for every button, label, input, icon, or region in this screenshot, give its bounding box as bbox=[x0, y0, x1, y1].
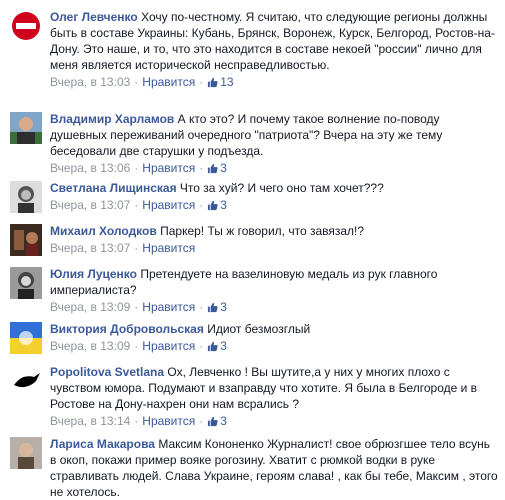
like-count-value: 3 bbox=[220, 414, 227, 428]
like-count-value: 3 bbox=[220, 161, 227, 175]
separator-dot: · bbox=[199, 300, 204, 314]
comment-meta: Вчера, в 13:06 · Нравится · 3 bbox=[50, 160, 498, 178]
like-count-value: 3 bbox=[220, 339, 227, 353]
comment-meta: Вчера, в 13:03 · Нравится · 13 bbox=[50, 74, 498, 92]
avatar[interactable] bbox=[10, 112, 42, 144]
avatar[interactable] bbox=[10, 365, 42, 397]
like-button[interactable]: Нравится bbox=[142, 161, 195, 175]
author-link[interactable]: Владимир Харламов bbox=[50, 112, 174, 126]
like-count-value: 13 bbox=[220, 75, 234, 89]
like-count[interactable]: 3 bbox=[207, 198, 227, 212]
like-count[interactable]: 3 bbox=[207, 300, 227, 314]
thumbs-up-icon bbox=[207, 76, 218, 92]
avatar[interactable] bbox=[10, 267, 42, 299]
like-count[interactable]: 3 bbox=[207, 161, 227, 175]
like-button[interactable]: Нравится bbox=[142, 75, 195, 89]
author-link[interactable]: Лариса Макарова bbox=[50, 437, 155, 451]
separator-dot: · bbox=[199, 339, 204, 353]
separator-dot: · bbox=[134, 300, 139, 314]
timestamp-link[interactable]: Вчера, в 13:06 bbox=[50, 161, 130, 175]
timestamp-link[interactable]: Вчера, в 13:03 bbox=[50, 75, 130, 89]
timestamp-link[interactable]: Вчера, в 13:07 bbox=[50, 241, 130, 255]
like-count[interactable]: 13 bbox=[207, 75, 234, 92]
like-button[interactable]: Нравится bbox=[142, 300, 195, 314]
timestamp-link[interactable]: Вчера, в 13:09 bbox=[50, 339, 130, 353]
like-count-value: 3 bbox=[220, 198, 227, 212]
author-link[interactable]: Олег Левченко bbox=[50, 10, 138, 24]
author-link[interactable]: Юлия Луценко bbox=[50, 267, 137, 281]
thumbs-up-icon bbox=[207, 301, 218, 317]
separator-dot: · bbox=[134, 75, 139, 89]
separator-dot: · bbox=[134, 414, 139, 428]
separator-dot: · bbox=[199, 161, 204, 175]
comment-meta: Вчера, в 13:09 · Нравится · 3 bbox=[50, 338, 498, 356]
author-link[interactable]: Popolitova Svetlana bbox=[50, 365, 164, 379]
author-link[interactable]: Светлана Лищинская bbox=[50, 181, 177, 195]
author-link[interactable]: Виктория Добровольская bbox=[50, 322, 204, 336]
comment-text: Паркер! Ты ж говорил, что завязал!? bbox=[160, 224, 365, 238]
like-button[interactable]: Нравится bbox=[142, 241, 195, 255]
thumbs-up-icon bbox=[207, 340, 218, 356]
timestamp-link[interactable]: Вчера, в 13:07 bbox=[50, 198, 130, 212]
comment-meta: Вчера, в 13:14 · Нравится · 3 bbox=[50, 413, 498, 431]
separator-dot: · bbox=[134, 161, 139, 175]
author-link[interactable]: Михаил Холодков bbox=[50, 224, 157, 238]
separator-dot: · bbox=[199, 75, 204, 89]
separator-dot: · bbox=[199, 414, 204, 428]
like-button[interactable]: Нравится bbox=[142, 339, 195, 353]
thumbs-up-icon bbox=[207, 199, 218, 215]
comment-meta: Вчера, в 13:07 · Нравится bbox=[50, 240, 498, 256]
avatar[interactable] bbox=[10, 181, 42, 213]
separator-dot: · bbox=[134, 241, 139, 255]
comment-text: Что за хуй? И чего оно там хочет??? bbox=[179, 181, 384, 195]
like-count[interactable]: 3 bbox=[207, 339, 227, 353]
avatar[interactable] bbox=[10, 224, 42, 256]
avatar[interactable] bbox=[10, 322, 42, 354]
thumbs-up-icon bbox=[207, 415, 218, 431]
like-button[interactable]: Нравится bbox=[142, 198, 195, 212]
timestamp-link[interactable]: Вчера, в 13:14 bbox=[50, 414, 130, 428]
avatar[interactable] bbox=[10, 10, 42, 42]
comment-meta: Вчера, в 13:07 · Нравится · 3 bbox=[50, 197, 498, 215]
like-count-value: 3 bbox=[220, 300, 227, 314]
separator-dot: · bbox=[134, 198, 139, 212]
comment-text: Идиот безмозглый bbox=[207, 322, 311, 336]
comment-feed: Олег Левченко Хочу по-честному. Я считаю… bbox=[0, 0, 505, 499]
timestamp-link[interactable]: Вчера, в 13:09 bbox=[50, 300, 130, 314]
comment-meta: Вчера, в 13:09 · Нравится · 3 bbox=[50, 299, 498, 317]
avatar[interactable] bbox=[10, 437, 42, 469]
thumbs-up-icon bbox=[207, 162, 218, 178]
separator-dot: · bbox=[134, 339, 139, 353]
separator-dot: · bbox=[199, 198, 204, 212]
like-count[interactable]: 3 bbox=[207, 414, 227, 428]
like-button[interactable]: Нравится bbox=[142, 414, 195, 428]
